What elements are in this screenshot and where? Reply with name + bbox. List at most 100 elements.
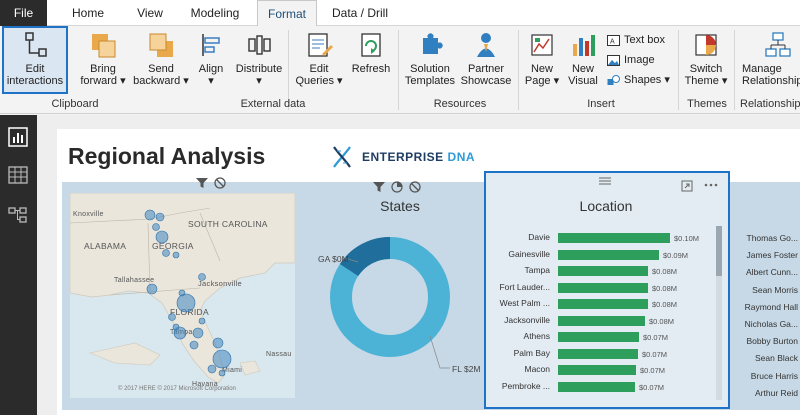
florida-map-visual[interactable]: Knoxville SOUTH CAROLINA ALABAMA GEORGIA… — [70, 193, 295, 398]
edit-queries-button[interactable]: Edit Queries ▾ — [292, 28, 346, 98]
shapes-button[interactable]: Shapes ▾ — [607, 72, 670, 88]
edit-interactions-button[interactable]: Edit interactions — [2, 26, 68, 94]
location-category-label: Tampa — [524, 265, 550, 275]
manage-relationships-label-2: Relationships — [742, 75, 800, 87]
tab-modeling[interactable]: Modeling — [183, 0, 247, 26]
align-label: Align — [198, 63, 224, 75]
switch-theme-label-2: Theme ▾ — [684, 75, 728, 87]
shapes-icon — [607, 74, 620, 85]
location-bar[interactable] — [558, 348, 638, 359]
customer-name-item[interactable]: Thomas Go... — [738, 233, 799, 243]
location-value-label: $0.07M — [643, 333, 669, 342]
no-filter-icon[interactable] — [409, 181, 421, 193]
customer-name-item[interactable]: Raymond Hall — [738, 302, 798, 312]
filter-icon[interactable] — [196, 177, 208, 189]
states-donut-chart[interactable] — [300, 218, 480, 388]
switch-theme-button[interactable]: Switch Theme ▾ — [682, 28, 730, 98]
location-bar[interactable] — [558, 332, 639, 342]
tab-data-drill[interactable]: Data / Drill — [324, 0, 396, 26]
align-button[interactable]: Align ▾ — [192, 28, 230, 98]
manage-relationships-label-1: Manage — [742, 63, 782, 75]
donut-label-fl: FL $2M — [452, 364, 481, 374]
location-category-label: Athens — [523, 331, 550, 341]
dna-logo-icon — [333, 146, 351, 168]
location-bar[interactable] — [558, 249, 659, 260]
shapes-label: Shapes ▾ — [624, 74, 670, 86]
location-bar[interactable] — [558, 365, 636, 375]
customer-name-item[interactable]: Sean Black — [738, 353, 798, 363]
enterprise-dna-logo: ENTERPRISE DNA — [362, 150, 475, 164]
customer-name-item[interactable]: Sean Morris — [738, 285, 798, 295]
align-arrow: ▾ — [208, 75, 214, 87]
location-category-label: Palm Bay — [513, 347, 550, 358]
partner-showcase-button[interactable]: Partner Showcase — [458, 28, 514, 98]
send-backward-icon — [149, 33, 173, 57]
distribute-button[interactable]: Distribute ▾ — [232, 28, 286, 98]
data-view-icon[interactable] — [8, 165, 28, 185]
tab-format[interactable]: Format — [257, 0, 317, 27]
bring-forward-button[interactable]: Bring forward ▾ — [74, 28, 132, 98]
new-page-label-2: Page ▾ — [524, 75, 560, 87]
refresh-button[interactable]: Refresh — [348, 28, 394, 98]
edit-queries-icon — [308, 33, 333, 57]
location-bar[interactable] — [558, 381, 635, 392]
filter-icon[interactable] — [373, 181, 385, 193]
tab-view[interactable]: View — [128, 0, 172, 26]
no-filter-icon[interactable] — [214, 177, 226, 189]
edit-interactions-icon — [25, 32, 47, 57]
text-box-label: Text box — [624, 34, 665, 46]
new-visual-label-1: New — [571, 63, 594, 75]
customer-name-item[interactable]: Arthur Reid — [738, 388, 798, 398]
tab-home[interactable]: Home — [62, 0, 114, 26]
bring-forward-label-2: forward ▾ — [80, 75, 126, 87]
location-value-label: $0.07M — [640, 366, 666, 375]
text-box-button[interactable]: A Text box — [607, 32, 665, 48]
relationships-view-icon[interactable] — [8, 205, 28, 225]
drag-handle-icon[interactable] — [597, 176, 613, 186]
partner-person-icon — [477, 33, 495, 57]
send-backward-button[interactable]: Send backward ▾ — [132, 28, 190, 98]
map-bubbles — [144, 209, 232, 377]
image-icon — [607, 54, 620, 66]
location-category-label: Gainesville — [508, 248, 550, 259]
tab-file[interactable]: File — [0, 0, 47, 26]
manage-relationships-button[interactable]: Manage Relationships — [738, 28, 800, 98]
group-separator — [734, 30, 735, 110]
bring-forward-icon — [92, 34, 116, 58]
location-value-label: $0.07M — [639, 382, 665, 392]
group-label-resources: Resources — [433, 98, 487, 110]
customer-name-item[interactable]: Albert Cunn... — [738, 267, 798, 277]
customer-name-item[interactable]: Bruce Harris — [738, 371, 798, 381]
donut-slice-ga[interactable] — [339, 236, 391, 277]
location-bar[interactable] — [558, 266, 648, 276]
location-value-label: $0.08M — [649, 316, 675, 326]
solution-templates-label-2: Templates — [404, 75, 456, 87]
customer-name-item[interactable]: Nicholas Ga... — [738, 319, 798, 329]
customer-name-item[interactable]: Bobby Burton — [738, 336, 798, 346]
states-chart-title: States — [380, 198, 420, 214]
location-bar[interactable] — [558, 233, 670, 243]
group-separator — [678, 30, 679, 110]
group-separator — [518, 30, 519, 110]
customer-name-item[interactable]: James Foster — [738, 250, 799, 260]
location-bar[interactable] — [558, 299, 648, 309]
highlight-icon[interactable] — [391, 181, 403, 193]
location-value-label: $0.08M — [652, 300, 678, 309]
report-view-icon[interactable] — [8, 127, 28, 147]
solution-templates-button[interactable]: Solution Templates — [402, 28, 458, 98]
image-button[interactable]: Image — [607, 52, 655, 68]
location-category-label: Fort Lauder... — [499, 281, 550, 292]
location-bar[interactable] — [558, 315, 645, 326]
location-value-label: $0.07M — [642, 349, 668, 359]
focus-mode-icon[interactable] — [681, 180, 693, 192]
location-bar[interactable] — [558, 282, 648, 293]
location-value-label: $0.08M — [652, 283, 678, 293]
switch-theme-label-1: Switch — [689, 63, 723, 75]
new-visual-icon — [573, 35, 595, 56]
more-options-icon[interactable] — [703, 182, 719, 188]
new-page-label-1: New — [530, 63, 553, 75]
new-visual-button[interactable]: New Visual — [563, 28, 603, 98]
new-page-button[interactable]: New Page ▾ — [522, 28, 562, 98]
location-scrollbar-thumb[interactable] — [716, 226, 722, 276]
manage-relationships-icon — [765, 32, 791, 57]
